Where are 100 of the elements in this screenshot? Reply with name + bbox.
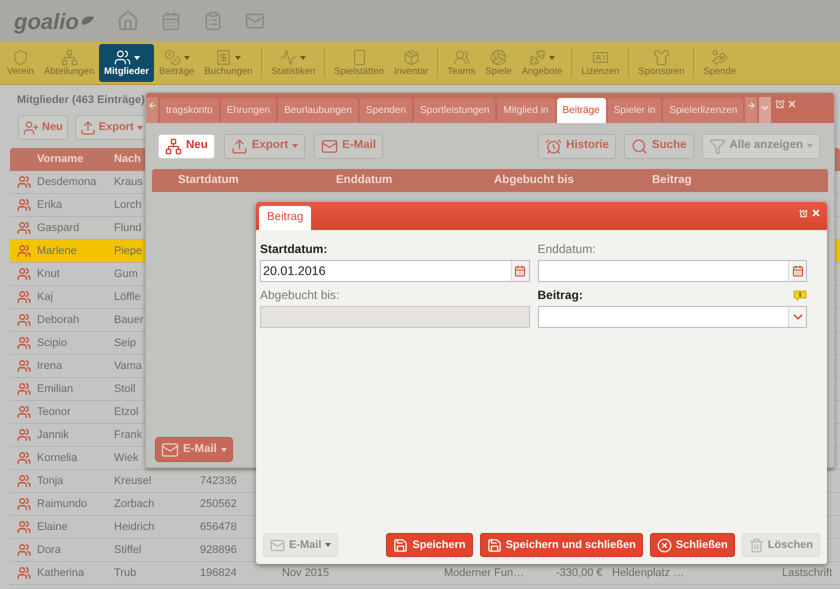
shirt-icon xyxy=(652,49,670,66)
mail-icon xyxy=(161,440,179,458)
export-button[interactable]: Export xyxy=(74,115,148,140)
last-name: Vama xyxy=(114,360,142,372)
email-button[interactable]: E-Mail xyxy=(155,437,233,462)
member-number: 196824 xyxy=(200,566,237,579)
toolbar-button[interactable]: Mitglieder xyxy=(99,44,154,82)
toolbar-button[interactable]: Spiele xyxy=(480,44,517,82)
home-icon[interactable] xyxy=(116,10,139,32)
member-icon xyxy=(16,474,30,488)
member-icon xyxy=(16,497,30,511)
tab[interactable]: tragskonto xyxy=(160,98,219,123)
column-header[interactable]: Vorname xyxy=(37,153,84,166)
mail-icon xyxy=(321,138,338,154)
tab[interactable]: Beurlaubungen xyxy=(278,98,358,123)
field-label: Enddatum: xyxy=(538,241,596,258)
member-icon xyxy=(16,359,30,373)
alarm-clock-icon[interactable] xyxy=(775,99,786,109)
calendar-icon[interactable] xyxy=(160,11,181,31)
search-icon xyxy=(630,138,648,154)
close-dialog-button[interactable]: Schließen xyxy=(650,533,735,557)
toolbar-button[interactable]: Teams xyxy=(442,44,480,82)
new-button[interactable]: Neu xyxy=(158,134,215,158)
caret-icon xyxy=(235,56,242,60)
tab[interactable]: Spielerlizenzen xyxy=(663,98,744,123)
first-name: Desdemona xyxy=(37,176,96,188)
field-label: Beitrag: xyxy=(538,287,583,304)
trash-icon xyxy=(748,538,764,552)
history-button[interactable]: Historie xyxy=(538,134,616,158)
coins-icon xyxy=(164,49,181,66)
last-name: Kreusel xyxy=(114,474,152,487)
upload-icon xyxy=(80,120,96,136)
toolbar-button[interactable]: Statistiken xyxy=(266,44,320,82)
toolbar-button[interactable]: Sponsoren xyxy=(633,44,690,82)
select-field[interactable] xyxy=(538,306,807,328)
package-icon xyxy=(402,49,420,66)
clipboard-icon[interactable] xyxy=(202,11,223,31)
toolbar-button[interactable]: Spielstätten xyxy=(329,44,389,82)
calendar-button[interactable] xyxy=(510,261,528,281)
email-button[interactable]: E-Mail xyxy=(314,134,384,158)
toolbar-button[interactable]: Beiträge xyxy=(154,44,200,82)
tab[interactable]: Beitrag xyxy=(259,206,312,230)
scroll-left-button[interactable] xyxy=(146,97,158,123)
caret-icon xyxy=(134,56,140,60)
tab-menu-button[interactable] xyxy=(759,97,772,123)
column-header[interactable]: Enddatum xyxy=(336,174,392,186)
first-name: Deborah xyxy=(37,314,80,326)
tab[interactable]: Spenden xyxy=(360,98,412,123)
caret-icon xyxy=(549,56,556,60)
save-button[interactable]: Speichern xyxy=(386,533,473,557)
close-icon[interactable] xyxy=(811,208,821,218)
new-member-button[interactable]: Neu xyxy=(18,115,68,140)
last-name: Wiek xyxy=(114,452,138,464)
field-label: Abgebucht bis: xyxy=(260,287,340,304)
toolbar-button[interactable]: Buchungen xyxy=(199,44,258,82)
tab[interactable]: Spieler in xyxy=(608,98,662,123)
last-name: Löffle xyxy=(114,290,141,303)
date-field[interactable]: 20.01.2016 xyxy=(260,260,530,282)
toolbar-button[interactable]: Inventar xyxy=(388,44,434,82)
first-name: Kaj xyxy=(37,290,53,303)
save-icon xyxy=(393,538,408,552)
column-header[interactable]: Beitrag xyxy=(652,174,692,186)
tab[interactable]: Mitglied in xyxy=(497,98,554,123)
toolbar-button[interactable]: Lizenzen xyxy=(576,44,624,82)
column-header[interactable]: Abgebucht bis xyxy=(494,174,574,186)
toolbar-button[interactable]: Angebote xyxy=(516,44,568,82)
save-icon xyxy=(486,538,502,552)
tab[interactable]: Ehrungen xyxy=(220,98,276,123)
member-icon xyxy=(16,244,30,258)
logo[interactable]: goalio xyxy=(14,4,79,38)
tab[interactable]: Beiträge xyxy=(556,98,606,123)
save-and-close-button[interactable]: Speichern und schließen xyxy=(480,533,643,557)
dropdown-button[interactable] xyxy=(788,307,806,327)
toolbar-button[interactable]: Spende xyxy=(698,44,742,82)
table-cell: Heldenplatz … xyxy=(612,566,684,579)
scroll-right-button[interactable] xyxy=(745,97,758,123)
column-header[interactable]: Nach xyxy=(114,153,141,166)
list-title: Mitglieder (463 Einträge) xyxy=(17,92,145,108)
group-icon xyxy=(452,49,470,66)
member-icon xyxy=(16,382,30,396)
search-button[interactable]: Suche xyxy=(624,134,694,158)
first-name: Emilian xyxy=(37,382,74,395)
tab[interactable]: Sportleistungen xyxy=(414,98,496,123)
mail-icon[interactable] xyxy=(244,11,265,31)
column-header[interactable]: Startdatum xyxy=(178,174,239,186)
close-icon[interactable] xyxy=(787,99,798,109)
date-field[interactable] xyxy=(538,260,807,282)
close-icon xyxy=(656,538,672,552)
export-button[interactable]: Export xyxy=(224,134,306,158)
calendar-button[interactable] xyxy=(788,261,806,281)
member-icon xyxy=(16,198,30,212)
alarm-clock-icon xyxy=(545,138,562,154)
last-name: Stoll xyxy=(114,382,136,395)
users-icon xyxy=(114,49,131,66)
first-name: Irena xyxy=(37,360,62,372)
toolbar-button[interactable]: Verein xyxy=(2,44,39,82)
receipt-icon xyxy=(215,49,232,66)
mail-icon xyxy=(270,538,285,552)
toolbar-button[interactable]: Abteilungen xyxy=(38,44,100,82)
last-name: Trub xyxy=(114,566,136,579)
